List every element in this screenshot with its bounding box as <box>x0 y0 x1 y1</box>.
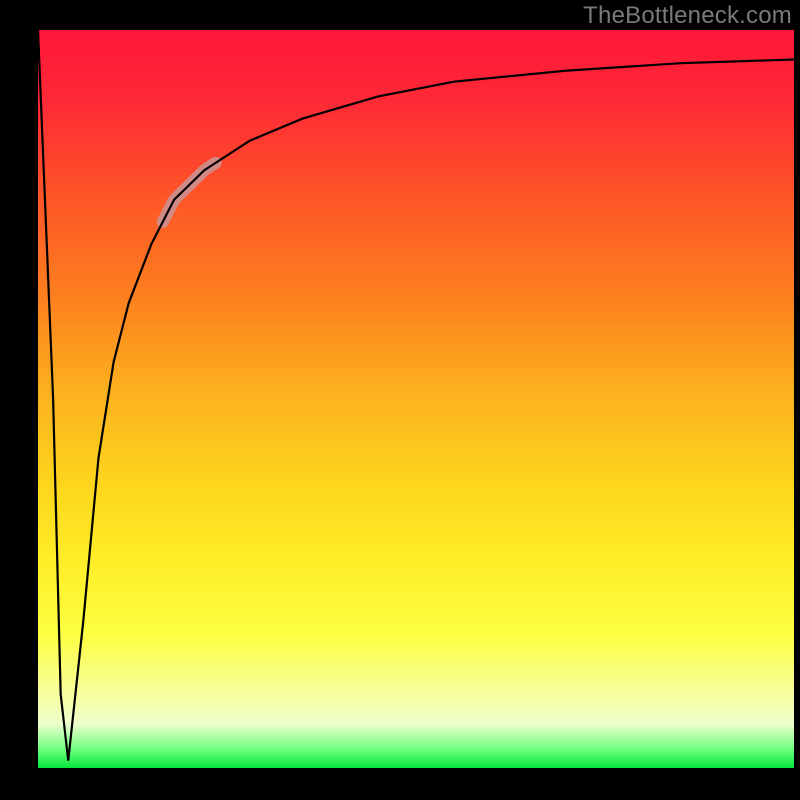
chart-frame: TheBottleneck.com <box>0 0 800 800</box>
bottleneck-curve <box>38 30 794 761</box>
plot-area <box>38 30 794 768</box>
curve-highlight-segment <box>163 163 216 222</box>
watermark-text: TheBottleneck.com <box>583 2 792 30</box>
curve-svg <box>38 30 794 768</box>
